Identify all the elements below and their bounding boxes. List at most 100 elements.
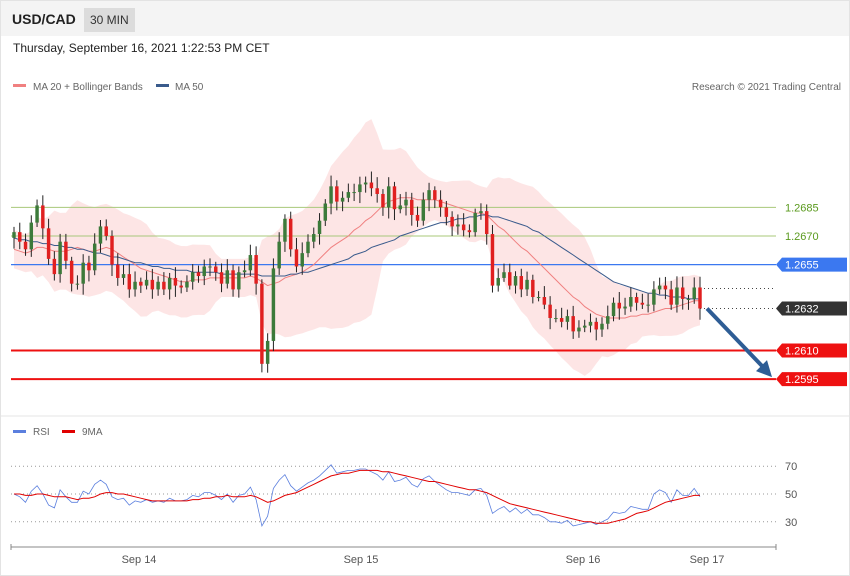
candle-body xyxy=(502,272,506,278)
candle-body xyxy=(179,285,183,288)
candle-body xyxy=(23,241,28,250)
candle-body xyxy=(433,190,437,200)
rsi-panel: 30 50 70 xyxy=(11,461,797,529)
candle-body xyxy=(519,276,524,290)
candle-body xyxy=(611,302,616,317)
level-label-1.2655: 1.2655 xyxy=(785,260,819,272)
candle-body xyxy=(196,272,201,277)
candle-body xyxy=(536,297,541,299)
candle-body xyxy=(104,226,108,236)
rsi-legend-label: RSI xyxy=(33,427,50,438)
rsi-tick-50: 50 xyxy=(785,489,797,501)
candle-body xyxy=(392,186,397,210)
candle-body xyxy=(358,184,362,193)
candle-body xyxy=(629,297,633,307)
candle-body xyxy=(554,318,558,320)
candle-body xyxy=(484,211,489,235)
candle-body xyxy=(265,340,270,364)
candle-body xyxy=(312,234,316,242)
candle-body xyxy=(121,274,126,278)
candle-body xyxy=(467,230,472,233)
bollinger-band xyxy=(14,119,700,376)
candle-body xyxy=(52,258,57,275)
candle-body xyxy=(98,226,103,244)
candle-body xyxy=(479,211,483,214)
candle-body xyxy=(657,285,662,290)
level-label-1.2632: 1.2632 xyxy=(785,303,819,315)
rsi-ma-legend-swatch xyxy=(62,430,75,433)
candle-body xyxy=(410,199,414,215)
x-axis: Sep 14 Sep 15 Sep 16 Sep 17 xyxy=(10,544,777,566)
x-tick-label: Sep 15 xyxy=(344,554,379,566)
candle-body xyxy=(323,203,328,221)
candle-body xyxy=(381,193,385,208)
candle-body xyxy=(81,262,85,284)
candle-body xyxy=(35,205,39,223)
candle-body xyxy=(225,270,230,284)
candle-body xyxy=(271,268,276,341)
candle-body xyxy=(525,279,529,290)
candle-body xyxy=(588,321,593,326)
candle-body xyxy=(686,298,691,300)
rsi-tick-30: 30 xyxy=(785,517,797,529)
candle-body xyxy=(283,218,287,242)
candle-body xyxy=(663,285,668,290)
candle-body xyxy=(150,279,155,290)
candle-body xyxy=(594,321,598,330)
candle-body xyxy=(92,243,97,271)
candle-body xyxy=(415,214,420,221)
candle-body xyxy=(634,297,639,303)
candle-body xyxy=(317,220,322,235)
candle-body xyxy=(300,253,304,267)
candle-body xyxy=(508,272,512,286)
candle-body xyxy=(565,316,570,322)
candle-body xyxy=(202,266,206,277)
candle-body xyxy=(571,316,575,332)
copyright-text: Research © 2021 Trading Central xyxy=(692,82,841,93)
candle-body xyxy=(548,304,552,319)
candle-body xyxy=(144,279,149,286)
forecast-arrow-shaft xyxy=(705,307,768,372)
candle-body xyxy=(329,186,333,204)
candle-body xyxy=(18,232,22,242)
candle-body xyxy=(127,274,132,290)
rsi-ma-legend-label: 9MA xyxy=(82,427,103,438)
candle-body xyxy=(386,186,391,208)
candle-body xyxy=(190,272,195,282)
level-label-1.2685: 1.2685 xyxy=(785,202,819,214)
candle-body xyxy=(675,287,679,305)
candle-body xyxy=(277,241,281,269)
candle-body xyxy=(421,199,426,221)
candle-body xyxy=(29,222,34,250)
rsi-legend: RSI 9MA xyxy=(13,427,103,438)
x-tick-label: Sep 14 xyxy=(122,554,157,566)
level-label-1.2595: 1.2595 xyxy=(785,374,819,386)
candle-body xyxy=(398,205,402,210)
ma50-legend-label: MA 50 xyxy=(175,82,204,93)
candle-body xyxy=(438,199,443,208)
candle-body xyxy=(231,270,235,290)
candle-body xyxy=(461,224,466,231)
candle-body xyxy=(219,272,224,284)
ma20-legend-swatch xyxy=(13,84,26,87)
candle-body xyxy=(12,232,16,238)
candle-body xyxy=(139,281,143,286)
candle-body xyxy=(260,283,264,364)
bollinger-band-area xyxy=(14,119,700,376)
price-chart-svg: MA 20 + Bollinger Bands MA 50 Research ©… xyxy=(1,82,849,566)
candle-body xyxy=(542,297,547,305)
candle-body xyxy=(156,281,160,290)
candle-body xyxy=(669,289,673,305)
candle-body xyxy=(254,255,258,284)
candle-body xyxy=(606,316,610,324)
candle-body xyxy=(346,192,351,198)
candle-body xyxy=(582,325,587,328)
candle-body xyxy=(456,224,460,227)
candle-body xyxy=(41,205,45,229)
level-label-1.2610: 1.2610 xyxy=(785,345,819,357)
candle-body xyxy=(652,289,656,305)
ma50-legend-swatch xyxy=(156,84,169,87)
x-tick-label: Sep 17 xyxy=(690,554,725,566)
candle-body xyxy=(242,270,247,273)
candle-body xyxy=(692,287,696,299)
